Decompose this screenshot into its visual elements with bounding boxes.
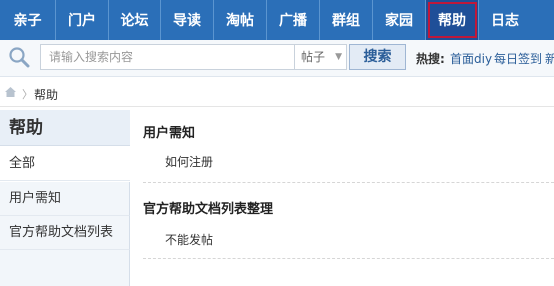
breadcrumb-current[interactable]: 帮助: [34, 86, 58, 103]
search-button[interactable]: 搜索: [349, 44, 406, 70]
hot-search-link[interactable]: 新: [545, 50, 554, 67]
nav-item-group[interactable]: 群组: [320, 0, 373, 40]
breadcrumb: 〉 帮助: [0, 80, 554, 106]
nav-item-help[interactable]: 帮助: [426, 0, 479, 40]
home-icon[interactable]: [4, 86, 17, 98]
nav-item-forum[interactable]: 论坛: [109, 0, 161, 40]
sidebar-item-official-docs[interactable]: 官方帮助文档列表: [0, 216, 130, 250]
nav-item-portal[interactable]: 门户: [56, 0, 109, 40]
search-scope-select[interactable]: 帖子 ▼: [295, 44, 347, 70]
breadcrumb-separator: 〉: [22, 88, 33, 101]
nav-item-home[interactable]: 家园: [373, 0, 426, 40]
search-input[interactable]: 请输入搜索内容: [40, 44, 295, 70]
nav-item-broadcast[interactable]: 广播: [267, 0, 320, 40]
hot-search-link[interactable]: 首面diy: [450, 50, 492, 67]
search-icon[interactable]: [8, 46, 30, 68]
divider: [143, 258, 554, 259]
nav-item-qinzi[interactable]: 亲子: [0, 0, 56, 40]
sidebar-title: 帮助: [0, 110, 130, 146]
hot-search-link[interactable]: 每日签到: [494, 50, 542, 67]
help-link[interactable]: 不能发帖: [165, 231, 213, 248]
sidebar-item-user-notice[interactable]: 用户需知: [0, 182, 130, 216]
sidebar-item-all[interactable]: 全部: [0, 147, 130, 181]
hot-search-label: 热搜:: [416, 52, 445, 66]
help-link[interactable]: 如何注册: [165, 153, 213, 170]
sidebar: 帮助 全部 用户需知 官方帮助文档列表: [0, 110, 130, 286]
section-title: 官方帮助文档列表整理: [143, 202, 274, 217]
search-bar: 请输入搜索内容 帖子 ▼ 搜索 热搜: 首面diy 每日签到 新: [0, 40, 554, 77]
top-nav: 亲子 门户 论坛 导读 淘帖 广播 群组 家园 帮助 日志: [0, 0, 554, 42]
nav-item-guide[interactable]: 导读: [161, 0, 214, 40]
sidebar-filler: [0, 250, 130, 286]
search-scope-label: 帖子: [301, 50, 326, 64]
nav-item-collection[interactable]: 淘帖: [214, 0, 267, 40]
chevron-down-icon: ▼: [335, 52, 342, 62]
help-content: 用户需知 如何注册 官方帮助文档列表整理 不能发帖: [131, 110, 554, 286]
nav-item-blog[interactable]: 日志: [479, 0, 554, 40]
divider: [143, 182, 554, 183]
divider: [0, 106, 554, 107]
section-title: 用户需知: [143, 126, 196, 141]
